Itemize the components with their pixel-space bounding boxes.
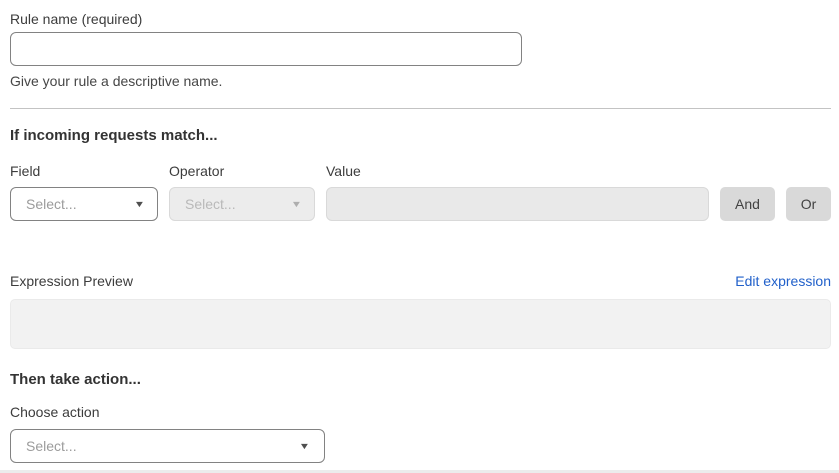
expression-preview-box	[10, 299, 831, 349]
rule-name-help-text: Give your rule a descriptive name.	[10, 72, 831, 90]
and-button[interactable]: And	[720, 187, 775, 221]
edit-expression-link[interactable]: Edit expression	[735, 273, 831, 289]
operator-label: Operator	[169, 162, 315, 180]
chevron-down-icon: ▼	[134, 199, 146, 209]
rule-name-input[interactable]	[10, 32, 522, 66]
choose-action-select-value: Select...	[26, 438, 77, 454]
firewall-rule-form: Rule name (required) Give your rule a de…	[0, 0, 839, 473]
field-select[interactable]: Select... ▼	[10, 187, 158, 221]
expression-preview-label: Expression Preview	[10, 272, 133, 290]
rule-name-label: Rule name (required)	[10, 10, 831, 28]
match-section-heading: If incoming requests match...	[10, 126, 831, 146]
operator-column: Operator Select... ▼	[169, 162, 315, 221]
condition-row: Field Select... ▼ Operator Select... ▼ V…	[10, 162, 831, 221]
chevron-down-icon: ▼	[291, 199, 303, 209]
value-input	[326, 187, 709, 221]
operator-select-value: Select...	[185, 196, 236, 212]
expression-preview-header: Expression Preview Edit expression	[10, 272, 831, 290]
or-button[interactable]: Or	[786, 187, 831, 221]
value-label: Value	[326, 162, 709, 180]
value-column: Value	[326, 162, 709, 221]
field-column: Field Select... ▼	[10, 162, 158, 221]
field-select-value: Select...	[26, 196, 77, 212]
choose-action-select[interactable]: Select... ▼	[10, 429, 325, 463]
choose-action-label: Choose action	[10, 403, 831, 421]
action-section-heading: Then take action...	[10, 370, 831, 390]
rule-name-section: Rule name (required) Give your rule a de…	[10, 0, 831, 90]
operator-select: Select... ▼	[169, 187, 315, 221]
section-divider	[10, 108, 831, 109]
chevron-down-icon: ▼	[299, 441, 311, 451]
field-label: Field	[10, 162, 158, 180]
